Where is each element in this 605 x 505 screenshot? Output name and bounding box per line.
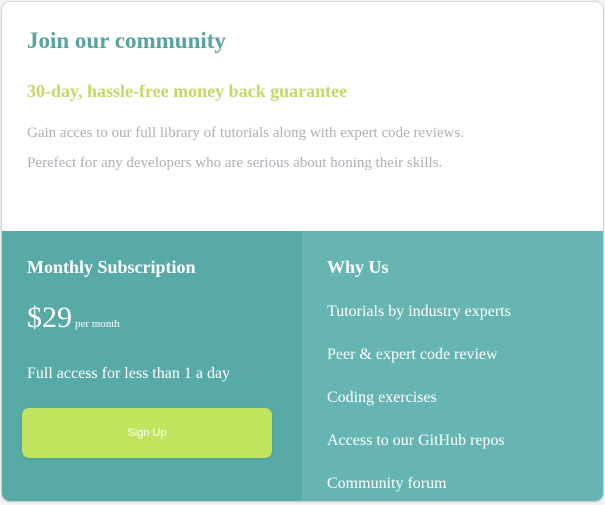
description-line-1: Gain acces to our full library of tutori…: [27, 125, 464, 141]
subscription-tagline: Full access for less than 1 a day: [27, 365, 231, 382]
description-line-2: Perefect for any developers who are seri…: [27, 155, 443, 171]
why-us-item: Community forum: [327, 475, 447, 492]
why-us-panel: Why Us Tutorials by industry experts Pee…: [302, 231, 603, 501]
why-us-item: Access to our GitHub repos: [327, 432, 505, 449]
pricing-card: Join our community 30-day, hassle-free m…: [2, 2, 603, 501]
intro-section: Join our community 30-day, hassle-free m…: [2, 2, 603, 231]
why-us-title: Why Us: [327, 257, 389, 277]
why-us-item: Coding exercises: [327, 389, 437, 406]
guarantee-subtitle: 30-day, hassle-free money back guarantee: [27, 81, 348, 101]
subscription-title: Monthly Subscription: [27, 257, 196, 277]
price-amount: $29: [27, 301, 72, 334]
price-row: $29 per month: [27, 301, 120, 335]
sign-up-button[interactable]: Sign Up: [22, 408, 272, 458]
price-period: per month: [75, 318, 120, 330]
why-us-item: Peer & expert code review: [327, 346, 498, 363]
subscription-panel: Monthly Subscription $29 per month Full a…: [2, 231, 302, 501]
page-title: Join our community: [27, 28, 226, 53]
why-us-list: Tutorials by industry experts Peer & exp…: [327, 303, 511, 501]
why-us-item: Tutorials by industry experts: [327, 303, 511, 320]
